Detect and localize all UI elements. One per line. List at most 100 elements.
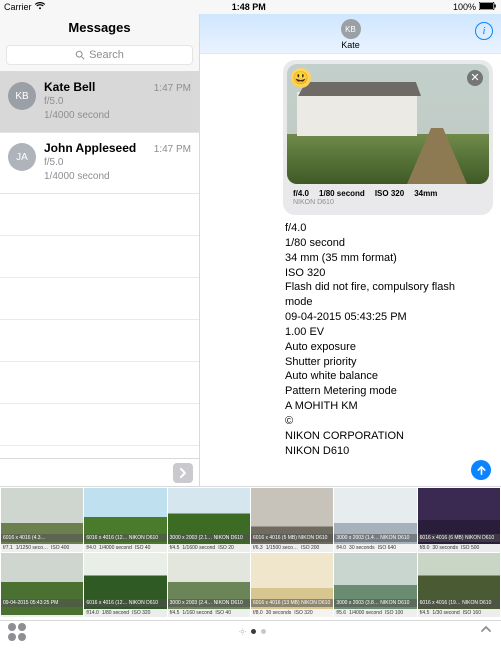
arrow-up-icon [476,465,487,476]
photo-thumbnail[interactable]: 3000 x 2003 (2.4… NIKON D610f/4.51/160 s… [168,553,250,617]
chat-header: KB Kate i [200,14,501,54]
expand-button[interactable] [173,463,193,483]
exif-line: 1/80 second [285,236,491,251]
chat-panel: KB Kate i 😃 ✕ f/4.0 [200,14,501,486]
thumb-meta: f/4.01/4000 secondISO 40 [84,544,166,552]
thumb-meta: f/4.030 secondsISO 640 [334,544,416,552]
thumb-dimensions: 3000 x 2003 (3.8… NIKON D610 [334,599,416,607]
thumb-dimensions: 6016 x 4016 (5 MB) NIKON D610 [251,534,333,542]
thumb-dimensions: 3000 x 2003 (2.1… NIKON D610 [168,534,250,542]
thumb-dimensions: 6016 x 4016 (12… NIKON D610 [84,534,166,542]
thumb-dimensions: 6016 x 4016 (4.3… [1,534,83,542]
photo-thumbnail[interactable]: 6016 x 4016 (13 MB) NIKON D610 f/8.030 se… [251,553,333,617]
thumb-dimensions: 6016 x 4016 (12… NIKON D610 [84,599,166,607]
messages-title: Messages [0,14,199,41]
page-dot [261,629,266,634]
empty-list [0,194,199,458]
exif-line: 1.00 EV [285,325,491,340]
thumb-dimensions: 3000 x 2003 (1.4… NIKON D610 [334,534,416,542]
chevron-up-icon [479,622,493,636]
chat-title: Kate [341,40,360,50]
thumb-meta: f/4.51/1600 secondISO 20 [168,544,250,552]
photo-meta: f/4.0 1/80 second ISO 320 34mm [287,184,489,199]
attached-photo[interactable]: 😃 ✕ [287,64,489,184]
search-icon [75,50,85,60]
conversation-kate[interactable]: KB Kate Bell 1:47 PM f/5.0 1/4000 second [0,72,199,133]
thumb-dimensions: 6016 x 4016 (6 MB) NIKON D610 [418,534,500,542]
exif-line: © [285,414,491,429]
send-button[interactable] [471,460,491,480]
search-placeholder: Search [89,49,124,61]
meta-focal: 34mm [414,189,437,198]
conversation-time: 1:47 PM [154,83,191,94]
exif-line: 09-04-2015 05:43:25 PM [285,310,491,325]
exif-line: Auto white balance [285,369,491,384]
conversation-name: Kate Bell [44,80,95,94]
avatar: KB [341,19,361,39]
exif-line: Shutter priority [285,355,491,370]
exif-line: 34 mm (35 mm format) [285,251,491,266]
thumb-dimensions: 3000 x 2003 (2.4… NIKON D610 [168,599,250,607]
conversation-preview: f/5.0 [44,156,191,169]
thumb-meta: f/7.11/1250 seco…ISO 400 [1,544,83,552]
wifi-icon [35,2,45,12]
apps-button[interactable] [8,623,26,641]
photo-thumbnail[interactable]: 6016 x 4016 (19… NIKON D610f/4.51/30 sec… [418,553,500,617]
exif-line: Auto exposure [285,340,491,355]
meta-camera: NIKON D610 [287,199,489,211]
photo-thumbnail[interactable]: 6016 x 4016 (5 MB) NIKON D610 f/6.31/1500… [251,488,333,552]
exif-line: Pattern Metering mode [285,384,491,399]
exif-line: Flash did not fire, compulsory flash [285,280,491,295]
thumb-meta [1,615,83,617]
battery-percent: 100% [453,2,476,12]
meta-shutter: 1/80 second [319,189,365,198]
exif-line: mode [285,295,491,310]
message-bubble[interactable]: 😃 ✕ f/4.0 1/80 second ISO 320 34mm NIKON… [283,60,493,215]
thumb-dimensions: 6016 x 4016 (13 MB) NIKON D610 [251,599,333,607]
avatar: KB [8,82,36,110]
search-input[interactable]: Search [6,45,193,65]
thumb-meta: f/8.030 secondsISO 320 [251,609,333,617]
conversation-preview: 1/4000 second [44,170,191,183]
photo-thumbnail[interactable]: 6016 x 4016 (4.3… f/7.11/1250 seco…ISO 40… [1,488,83,552]
info-button[interactable]: i [475,22,493,40]
thumb-meta: f/4.51/30 secondISO 160 [418,609,500,617]
conversation-name: John Appleseed [44,141,136,155]
thumb-meta: f/8.030 secondsISO 500 [418,544,500,552]
meta-iso: ISO 320 [375,189,404,198]
photo-thumbnail[interactable]: 6016 x 4016 (12… NIKON D610 f/14.01/80 se… [84,553,166,617]
meta-aperture: f/4.0 [293,189,309,198]
photo-thumbnail[interactable]: 6016 x 4016 (6 MB) NIKON D610 f/8.030 sec… [418,488,500,552]
thumb-meta: f/14.01/80 secondISO 320 [84,609,166,617]
thumb-dimensions: 09-04-2015 05:43:25 PM [1,599,83,607]
conversation-john[interactable]: JA John Appleseed 1:47 PM f/5.0 1/4000 s… [0,133,199,194]
conversation-preview: 1/4000 second [44,109,191,122]
exif-line: f/4.0 [285,221,491,236]
exif-line: NIKON CORPORATION [285,429,491,444]
avatar: JA [8,143,36,171]
conversation-preview: f/5.0 [44,95,191,108]
recents-icon [239,628,246,635]
clock: 1:48 PM [232,2,266,12]
photo-thumbnail[interactable]: 3000 x 2003 (3.8… NIKON D610 f/5.61/4000 … [334,553,416,617]
carrier-label: Carrier [4,2,32,12]
conversation-time: 1:47 PM [154,144,191,155]
exif-line: A MOHITH KM [285,399,491,414]
photo-shelf: 6016 x 4016 (4.3… f/7.11/1250 seco…ISO 40… [0,486,501,642]
status-bar: Carrier 1:48 PM 100% [0,0,501,14]
photo-thumbnail[interactable]: 6016 x 4016 (12… NIKON D610 f/4.01/4000 s… [84,488,166,552]
photo-thumbnail[interactable]: 3000 x 2003 (2.1… NIKON D610 f/4.51/1600 … [168,488,250,552]
battery-icon [479,2,497,12]
page-indicator[interactable] [239,628,266,635]
chevron-right-icon [179,468,187,478]
photo-thumbnail[interactable]: 09-04-2015 05:43:25 PM [1,553,83,617]
exif-text: f/4.01/80 second34 mm (35 mm format)ISO … [283,215,493,459]
remove-attachment-button[interactable]: ✕ [467,70,483,86]
photo-thumbnail[interactable]: 3000 x 2003 (1.4… NIKON D610 f/4.030 seco… [334,488,416,552]
messages-sidebar: Messages Search KB Kate Bell 1:47 PM f/5… [0,14,200,486]
expand-shelf-button[interactable] [479,622,493,641]
emoji-sticker: 😃 [291,68,311,88]
exif-line: ISO 320 [285,266,491,281]
thumb-meta: f/6.31/1500 seco…ISO 200 [251,544,333,552]
thumb-meta: f/5.61/4000 secondISO 100 [334,609,416,617]
